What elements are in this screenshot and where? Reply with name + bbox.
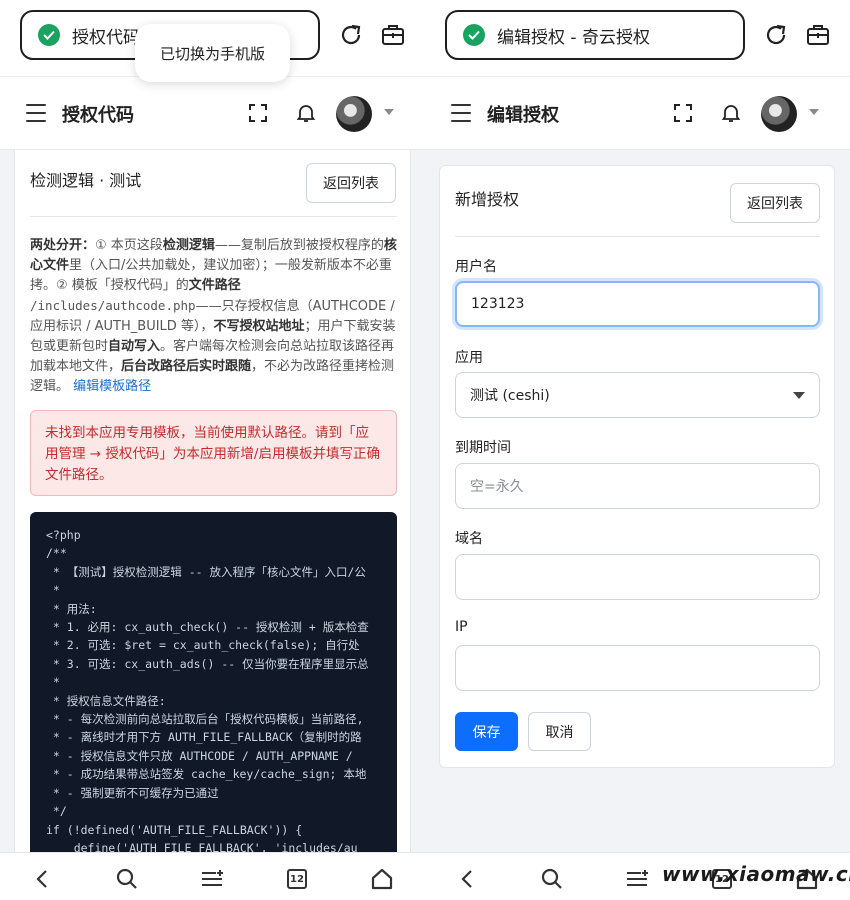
chevron-down-icon[interactable] [384, 109, 394, 115]
cancel-button[interactable]: 取消 [528, 712, 591, 751]
code-line: * - 每次检测前向总站拉取后台「授权代码模板」当前路径, [46, 712, 364, 727]
secure-shield-icon [38, 24, 60, 46]
code-line: /** [46, 546, 67, 561]
app-header: 授权代码 [0, 76, 425, 150]
fullscreen-icon[interactable] [674, 104, 692, 122]
form-card: 新增授权 返回列表 用户名 123123 应用 测试 (ceshi) 到期时间 … [439, 165, 835, 768]
ip-label: IP [455, 619, 468, 635]
bell-icon[interactable] [721, 103, 741, 123]
logic-card: 检测逻辑 · 测试 返回列表 两处分开：① 本页这段检测逻辑——复制后放到被授权… [14, 150, 411, 872]
app-header: 编辑授权 [425, 76, 850, 150]
code-line: * 3. 可选: cx_auth_ads() -- 仅当你要在程序里显示总 [46, 656, 369, 671]
ip-input[interactable] [455, 645, 820, 691]
toolbox-icon[interactable] [805, 22, 831, 48]
back-to-list-button[interactable]: 返回列表 [730, 183, 820, 223]
app-select[interactable]: 测试 (ceshi) [455, 372, 820, 418]
left-screen: 授权代码 已切换为手机版 授权代码 检测逻辑 · 测试 返回列表 两处分开：① … [0, 0, 425, 900]
code-line: * 授权信息文件路径: [46, 693, 166, 708]
browser-bar: 编辑授权 - 奇云授权 [425, 0, 850, 76]
username-input[interactable]: 123123 [455, 281, 820, 327]
domain-label: 域名 [455, 531, 483, 547]
code-line: * 用法: [46, 601, 97, 616]
divider [455, 236, 820, 237]
info-paragraph: 两处分开：① 本页这段检测逻辑——复制后放到被授权程序的核心文件里（入口/公共加… [30, 238, 397, 394]
toolbox-icon[interactable] [380, 22, 406, 48]
expire-input[interactable]: 空=永久 [455, 463, 820, 509]
secure-shield-icon [463, 24, 485, 46]
back-icon[interactable] [30, 867, 54, 891]
edit-template-path-link[interactable]: 编辑模板路径 [73, 379, 151, 394]
code-line: * 【测试】授权检测逻辑 -- 放入程序「核心文件」入口/公 [46, 564, 366, 579]
bottom-nav: 12 [0, 852, 425, 900]
menu-icon[interactable] [26, 104, 46, 122]
app-label: 应用 [455, 350, 483, 366]
username-label: 用户名 [455, 259, 497, 275]
code-line: <?php [46, 528, 81, 542]
toast-message: 已切换为手机版 [135, 24, 290, 82]
fullscreen-icon[interactable] [249, 104, 267, 122]
menu-icon[interactable] [451, 104, 471, 122]
bell-icon[interactable] [296, 103, 316, 123]
code-line: * - 成功结果带总站签发 cache_key/cache_sign; 本地 [46, 767, 367, 782]
address-bar[interactable]: 编辑授权 - 奇云授权 [445, 10, 745, 60]
code-line: * [46, 583, 60, 598]
reload-icon[interactable] [763, 22, 789, 48]
home-icon[interactable] [370, 867, 394, 891]
tabs-count-icon[interactable]: 12 [285, 867, 309, 891]
code-line: * 1. 必用: cx_auth_check() -- 授权检测 + 版本检查 [46, 620, 369, 635]
back-icon[interactable] [455, 867, 479, 891]
avatar[interactable] [336, 96, 372, 132]
divider [30, 216, 397, 217]
search-icon[interactable] [115, 867, 139, 891]
address-bar-text: 授权代码 [72, 27, 140, 48]
card-title: 检测逻辑 · 测试 [30, 171, 142, 190]
back-to-list-button[interactable]: 返回列表 [306, 163, 396, 203]
warning-alert: 未找到本应用专用模板，当前使用默认路径。请到「应用管理 → 授权代码」为本应用新… [30, 410, 397, 496]
card-title: 新增授权 [455, 190, 520, 209]
code-line: * - 离线时才用下方 AUTH_FILE_FALLBACK（复制时的路 [46, 730, 362, 745]
domain-input[interactable] [455, 554, 820, 600]
search-icon[interactable] [540, 867, 564, 891]
menu-list-icon[interactable] [200, 867, 224, 891]
code-block[interactable]: <?php /** * 【测试】授权检测逻辑 -- 放入程序「核心文件」入口/公… [30, 512, 397, 872]
expire-label: 到期时间 [455, 440, 511, 456]
code-line: if (!defined('AUTH_FILE_FALLBACK')) { [46, 822, 303, 837]
menu-list-icon[interactable] [625, 867, 649, 891]
address-bar-text: 编辑授权 - 奇云授权 [497, 27, 650, 48]
watermark: www.xiaomaw.cn [662, 862, 850, 886]
code-line: * [46, 675, 60, 690]
page-title: 编辑授权 [487, 105, 559, 126]
save-button[interactable]: 保存 [455, 712, 518, 751]
code-line: * - 授权信息文件只放 AUTHCODE / AUTH_APPNAME / [46, 748, 360, 763]
chevron-down-icon [793, 392, 805, 399]
code-line: * - 强制更新不可缓存为已通过 [46, 785, 219, 800]
right-screen: 编辑授权 - 奇云授权 编辑授权 新增授权 返回列表 用户名 123123 应用… [425, 0, 850, 900]
avatar[interactable] [761, 96, 797, 132]
chevron-down-icon[interactable] [809, 109, 819, 115]
reload-icon[interactable] [338, 22, 364, 48]
code-line: * 2. 可选: $ret = cx_auth_check(false); 自行… [46, 638, 360, 653]
code-line: */ [46, 804, 67, 819]
page-title: 授权代码 [62, 105, 134, 126]
